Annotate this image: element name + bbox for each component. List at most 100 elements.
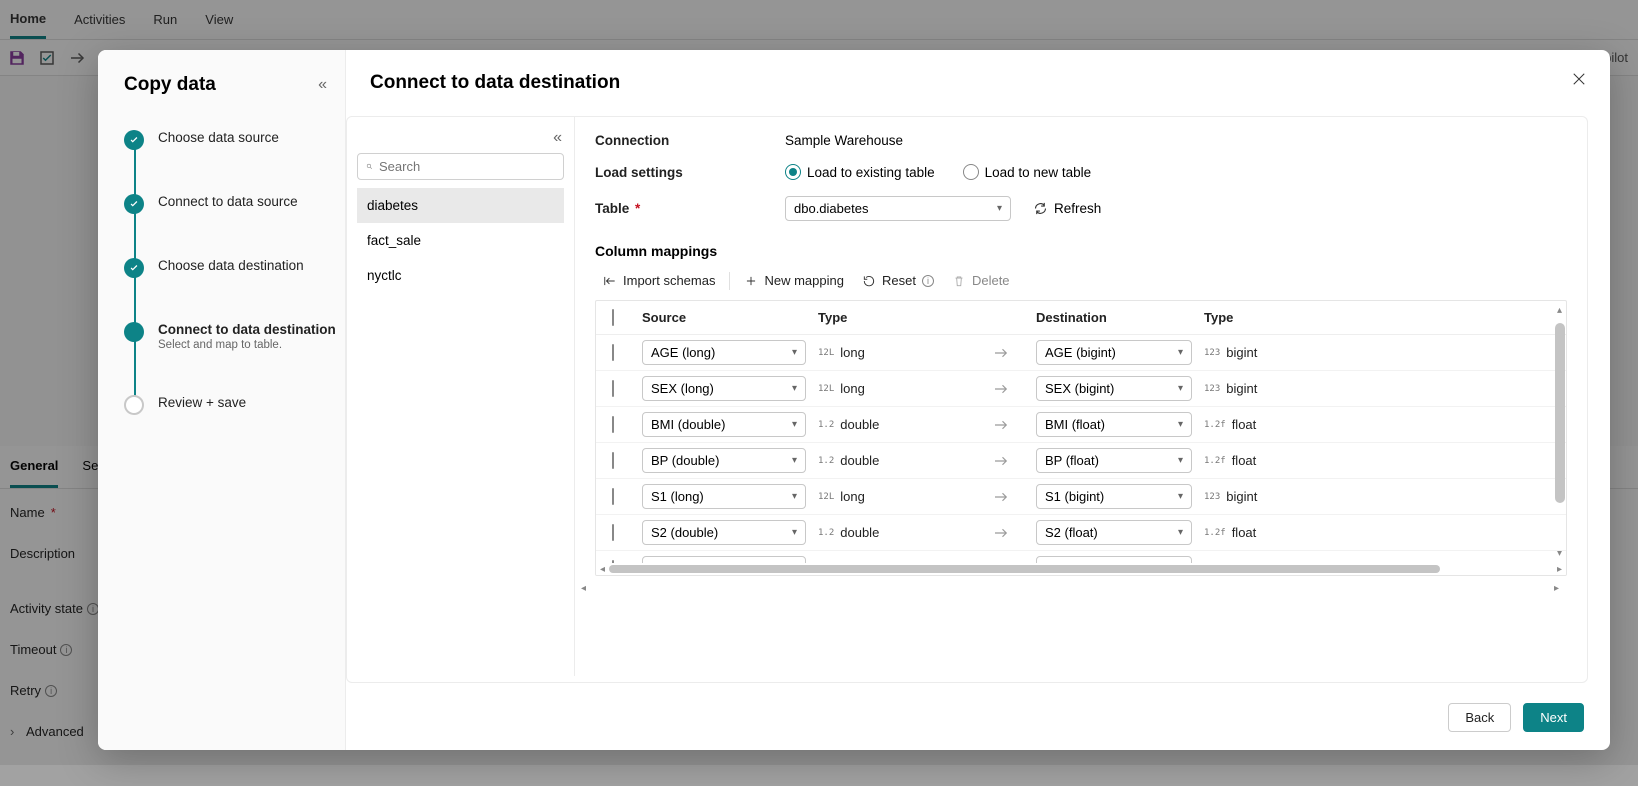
source-type-abbr: 1.2 [818,420,834,430]
col-type: Type [818,310,966,325]
row-checkbox[interactable] [612,560,614,563]
mapping-row: S1 (long)▾ 12Llong S1 (bigint)▾ 123bigin… [596,479,1566,515]
mapping-row: BMI (double)▾ 1.2double BMI (float)▾ 1.2… [596,407,1566,443]
scroll-right-icon[interactable]: ▸ [1557,564,1562,575]
mapping-row: AGE (long)▾ 12Llong AGE (bigint)▾ 123big… [596,335,1566,371]
chevron-down-icon: ▾ [792,527,797,538]
table-item-fact-sale[interactable]: fact_sale [357,223,564,258]
vertical-scrollbar[interactable] [1554,323,1566,553]
source-type-abbr: 12L [818,384,834,394]
mapping-arrow-icon [966,416,1036,434]
mapping-table: ▴ ▾ Source Type Destination Type [595,300,1567,576]
destination-type-abbr: 123 [1204,492,1220,502]
mapping-row: S2 (double)▾ 1.2double S2 (float)▾ 1.2ff… [596,515,1566,551]
destination-column-value: BP (float) [1045,453,1099,468]
step-done-icon [124,258,144,278]
row-checkbox[interactable] [612,380,614,397]
table-search-box[interactable] [357,153,564,180]
source-column-select[interactable]: BMI (double)▾ [642,412,806,437]
table-select[interactable]: dbo.diabetes ▾ [785,196,1011,221]
close-button[interactable] [1570,70,1588,93]
source-type-abbr: 1.2 [818,456,834,466]
source-type: double [840,453,879,468]
destination-column-select[interactable]: BMI (float)▾ [1036,412,1192,437]
step-1-label[interactable]: Choose data source [158,130,279,145]
import-icon [603,274,617,288]
destination-column-select[interactable]: S1 (bigint)▾ [1036,484,1192,509]
source-type: double [840,561,879,563]
destination-column-select[interactable]: BP (float)▾ [1036,448,1192,473]
plus-icon [744,274,758,288]
source-type: long [840,489,865,504]
collapse-tablelist-icon[interactable]: « [553,129,562,147]
radio-load-new[interactable]: Load to new table [963,164,1092,180]
horizontal-scrollbar-inner[interactable]: ◂ ▸ [596,563,1566,575]
chevron-down-icon: ▾ [792,419,797,430]
collapse-stepper-icon[interactable]: « [318,76,327,94]
refresh-button[interactable]: Refresh [1033,201,1101,216]
table-item-diabetes[interactable]: diabetes [357,188,564,223]
refresh-icon [1033,201,1048,216]
row-checkbox[interactable] [612,488,614,505]
destination-column-value: S3 (float) [1045,561,1098,563]
select-all-checkbox[interactable] [612,309,614,326]
scroll-left-icon[interactable]: ◂ [581,583,586,594]
mapping-arrow-icon [966,452,1036,470]
source-column-select[interactable]: S1 (long)▾ [642,484,806,509]
row-checkbox[interactable] [612,416,614,433]
delete-button[interactable]: Delete [944,269,1018,292]
chevron-down-icon: ▾ [1178,419,1183,430]
table-label: Table [595,201,629,216]
col-destination: Destination [1036,310,1204,325]
destination-column-select[interactable]: SEX (bigint)▾ [1036,376,1192,401]
step-4-label[interactable]: Connect to data destination [158,322,336,337]
back-button[interactable]: Back [1448,703,1511,732]
row-checkbox[interactable] [612,524,614,541]
radio-load-existing[interactable]: Load to existing table [785,164,935,180]
chevron-down-icon: ▾ [792,347,797,358]
chevron-down-icon: ▾ [1178,347,1183,358]
mapping-arrow-icon [966,344,1036,362]
scroll-left-icon[interactable]: ◂ [600,564,605,575]
chevron-down-icon: ▾ [792,491,797,502]
destination-column-select[interactable]: S3 (float)▾ [1036,556,1192,563]
destination-type: float [1232,561,1257,563]
source-column-select[interactable]: S3 (double)▾ [642,556,806,563]
mapping-arrow-icon [966,488,1036,506]
next-button[interactable]: Next [1523,703,1584,732]
import-schemas-button[interactable]: Import schemas [595,269,723,292]
source-column-select[interactable]: SEX (long)▾ [642,376,806,401]
source-type-abbr: 12L [818,492,834,502]
step-2-label[interactable]: Connect to data source [158,194,298,209]
copy-data-modal: Copy data « Choose data source Connect t… [98,50,1610,750]
source-column-value: AGE (long) [651,345,715,360]
source-column-select[interactable]: S2 (double)▾ [642,520,806,545]
mapping-row: S3 (double)▾ 1.2double S3 (float)▾ 1.2ff… [596,551,1566,563]
source-column-select[interactable]: AGE (long) ▾ [642,340,806,365]
destination-column-value: S2 (float) [1045,525,1098,540]
source-column-select[interactable]: BP (double)▾ [642,448,806,473]
table-search-input[interactable] [379,159,555,174]
connection-label: Connection [595,133,785,148]
delete-label: Delete [972,273,1010,288]
horizontal-scrollbar-outer[interactable]: ◂ ▸ [575,582,1565,594]
radio-load-existing-label: Load to existing table [807,165,935,180]
scroll-right-icon[interactable]: ▸ [1554,583,1559,594]
row-checkbox[interactable] [612,452,614,469]
source-column-value: BP (double) [651,453,719,468]
destination-type: float [1232,453,1257,468]
column-mappings-heading: Column mappings [575,229,1587,267]
destination-column-select[interactable]: AGE (bigint) ▾ [1036,340,1192,365]
destination-column-select[interactable]: S2 (float)▾ [1036,520,1192,545]
row-checkbox[interactable] [612,344,614,361]
reset-button[interactable]: Reset i [854,269,942,292]
table-list-panel: « diabetes fact_sale nyctlc [347,117,575,676]
table-item-nyctlc[interactable]: nyctlc [357,258,564,293]
wizard-title: Copy data [124,74,345,96]
step-3-label[interactable]: Choose data destination [158,258,304,273]
mapping-action-bar: Import schemas New mapping Reset i D [575,267,1587,300]
step-5-label[interactable]: Review + save [158,395,246,410]
destination-column-value: AGE (bigint) [1045,345,1116,360]
new-mapping-button[interactable]: New mapping [736,269,852,292]
col-type2: Type [1204,310,1292,325]
